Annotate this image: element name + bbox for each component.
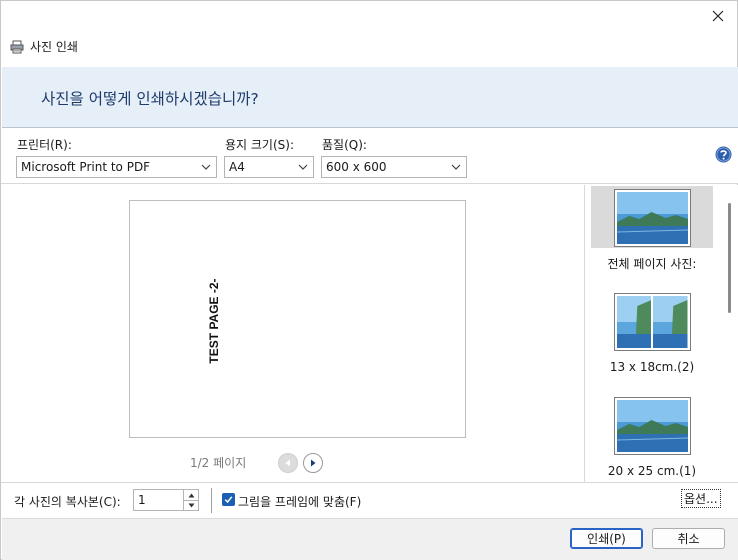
quality-label: 품질(Q):: [322, 138, 367, 152]
layout-thumbnail: [613, 397, 691, 455]
chevron-down-icon: [298, 164, 308, 170]
scrollbar-thumb[interactable]: [728, 203, 731, 313]
fit-to-frame-label[interactable]: 그림을 프레임에 맞춤(F): [238, 493, 361, 510]
close-icon: [712, 10, 724, 22]
triangle-left-icon: [285, 459, 290, 467]
preview-page-text: TEST PAGE -2-: [207, 278, 221, 364]
layout-list: 전체 페이지 사진: 13 x 18cm.(2) 20 x 25 cm.(1): [584, 185, 738, 482]
paper-size-label: 용지 크기(S):: [225, 138, 294, 152]
copies-stepper[interactable]: 1: [133, 489, 199, 511]
title-bar: 사진 인쇄: [10, 38, 78, 55]
dialog-footer: 인쇄(P) 취소: [2, 518, 738, 560]
page-preview: TEST PAGE -2-: [129, 200, 466, 438]
dialog-heading: 사진을 어떻게 인쇄하시겠습니까?: [41, 90, 259, 108]
stepper-arrows: [183, 490, 198, 510]
layout-thumbnail: [613, 189, 691, 247]
page-indicator: 1/2 페이지: [190, 456, 247, 470]
fit-to-frame-checkbox[interactable]: [222, 493, 235, 506]
quality-select[interactable]: 600 x 600: [321, 156, 467, 178]
checkmark-icon: [224, 496, 233, 504]
chevron-down-icon: [188, 503, 194, 508]
copies-value[interactable]: 1: [138, 493, 146, 507]
chevron-down-icon: [451, 164, 461, 170]
layout-scrollbar[interactable]: [722, 185, 738, 482]
triangle-right-icon: [311, 459, 316, 467]
layout-item-13x18[interactable]: [591, 290, 713, 354]
layout-thumbnail: [613, 293, 691, 351]
chevron-up-icon: [188, 493, 194, 497]
quality-value: 600 x 600: [326, 160, 387, 174]
paper-size-value: A4: [229, 160, 245, 174]
header-banner: 사진을 어떻게 인쇄하시겠습니까?: [2, 67, 738, 128]
layout-label-20x25: 20 x 25 cm.(1): [607, 464, 697, 478]
next-page-button[interactable]: [303, 453, 323, 473]
help-icon[interactable]: [715, 146, 732, 163]
print-pictures-dialog: 사진 인쇄 사진을 어떻게 인쇄하시겠습니까? 프린터(R): Microsof…: [0, 0, 738, 560]
print-button[interactable]: 인쇄(P): [570, 528, 643, 549]
paper-size-select[interactable]: A4: [224, 156, 314, 178]
preview-pane: TEST PAGE -2- 1/2 페이지: [2, 185, 584, 482]
portrait-photo-icon: [653, 296, 688, 348]
printer-icon: [10, 40, 24, 53]
close-button[interactable]: [707, 5, 729, 27]
options-bar: 각 사진의 복사본(C): 1 그림을 프레임에 맞춤(F) 옵션...: [1, 482, 738, 518]
portrait-photo-icon: [616, 296, 651, 348]
layout-label-full-page: 전체 페이지 사진:: [607, 257, 697, 271]
printer-select[interactable]: Microsoft Print to PDF: [16, 156, 217, 178]
cancel-button[interactable]: 취소: [652, 528, 725, 549]
landscape-photo-icon: [616, 192, 688, 244]
decrement-button[interactable]: [184, 500, 198, 510]
print-settings-bar: 프린터(R): Microsoft Print to PDF 용지 크기(S):…: [1, 128, 738, 184]
layout-item-20x25[interactable]: [591, 394, 713, 458]
printer-label: 프린터(R):: [17, 138, 72, 152]
options-link[interactable]: 옵션...: [681, 489, 721, 508]
landscape-photo-icon: [616, 400, 688, 452]
copies-label: 각 사진의 복사본(C):: [14, 495, 121, 509]
layout-label-13x18: 13 x 18cm.(2): [609, 360, 695, 374]
divider: [211, 488, 212, 513]
previous-page-button[interactable]: [278, 453, 298, 473]
window-title: 사진 인쇄: [30, 40, 78, 54]
increment-button[interactable]: [184, 490, 198, 500]
printer-value: Microsoft Print to PDF: [21, 160, 151, 174]
layout-item-full-page[interactable]: [591, 186, 713, 248]
chevron-down-icon: [201, 164, 211, 170]
